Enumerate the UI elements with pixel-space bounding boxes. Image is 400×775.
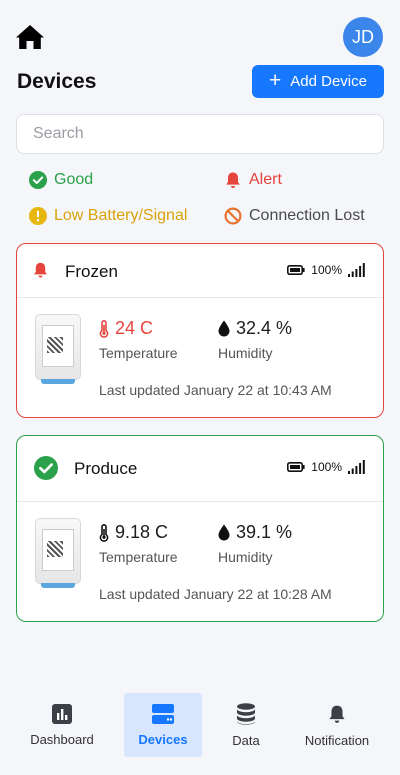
page-title: Devices bbox=[17, 70, 97, 93]
search-input[interactable] bbox=[16, 114, 384, 154]
legend-good-label: Good bbox=[54, 171, 94, 188]
humidity-value: 39.1 % bbox=[236, 522, 293, 542]
humidity-label: Humidity bbox=[218, 345, 273, 361]
nav-item-label: Notification bbox=[304, 732, 370, 748]
humidity-metric: 32.4 % Humidity bbox=[218, 318, 292, 361]
bar-chart-icon bbox=[52, 703, 72, 724]
temperature-metric: 9.18 C Temperature bbox=[99, 522, 178, 565]
nav-item-notification[interactable]: Notification bbox=[299, 693, 375, 757]
legend-low-battery-label: Low Battery/Signal bbox=[54, 207, 188, 224]
last-updated: Last updated January 22 at 10:28 AM bbox=[99, 586, 332, 602]
ban-icon bbox=[224, 207, 242, 225]
bell-icon bbox=[329, 705, 345, 723]
warning-icon bbox=[29, 207, 47, 225]
thermometer-icon bbox=[99, 319, 109, 338]
legend-alert-label: Alert bbox=[249, 171, 282, 188]
battery-status: 100% bbox=[287, 460, 365, 474]
avatar[interactable]: JD bbox=[343, 17, 383, 57]
battery-level: 100% bbox=[311, 263, 342, 277]
bottom-nav: Dashboard Devices Data Notification bbox=[0, 690, 400, 760]
nav-item-dashboard[interactable]: Dashboard bbox=[22, 693, 102, 757]
device-card-header: Frozen 100% bbox=[17, 244, 383, 298]
last-updated: Last updated January 22 at 10:43 AM bbox=[99, 382, 332, 398]
nav-item-label: Data bbox=[232, 732, 260, 748]
temperature-label: Temperature bbox=[99, 549, 178, 565]
device-card-header: Produce 100% bbox=[17, 436, 383, 502]
nav-item-label: Dashboard bbox=[30, 731, 94, 747]
humidity-value: 32.4 % bbox=[236, 318, 293, 338]
add-device-button[interactable]: + Add Device bbox=[252, 65, 384, 98]
thermometer-icon bbox=[99, 523, 109, 542]
signal-icon bbox=[348, 263, 365, 277]
device-name: Produce bbox=[74, 459, 138, 478]
legend-connection-lost[interactable]: Connection Lost bbox=[224, 207, 365, 225]
battery-level: 100% bbox=[311, 460, 342, 474]
devices-icon bbox=[152, 703, 174, 724]
database-icon bbox=[237, 702, 255, 725]
temperature-value: 24 C bbox=[115, 318, 154, 338]
check-circle-icon bbox=[34, 456, 58, 480]
device-card-produce[interactable]: Produce 100% 9.18 C Temperature 39.1 % H… bbox=[16, 435, 384, 622]
bell-icon bbox=[226, 172, 240, 188]
device-name: Frozen bbox=[65, 262, 118, 281]
nav-item-data[interactable]: Data bbox=[220, 693, 272, 757]
water-drop-icon bbox=[218, 524, 230, 541]
temperature-metric: 24 C Temperature bbox=[99, 318, 178, 361]
nav-item-devices[interactable]: Devices bbox=[124, 693, 202, 757]
plus-icon: + bbox=[269, 68, 282, 92]
battery-icon bbox=[287, 265, 305, 275]
device-card-frozen[interactable]: Frozen 100% 24 C Temperature 32.4 % Humi… bbox=[16, 243, 384, 418]
legend-connection-lost-label: Connection Lost bbox=[249, 207, 365, 224]
device-image bbox=[35, 314, 81, 384]
alert-bell-icon bbox=[34, 262, 47, 278]
nav-item-label: Devices bbox=[138, 731, 188, 747]
legend-alert[interactable]: Alert bbox=[224, 171, 282, 189]
humidity-label: Humidity bbox=[218, 549, 273, 565]
device-image bbox=[35, 518, 81, 588]
top-bar: JD bbox=[0, 0, 400, 60]
home-icon[interactable] bbox=[15, 24, 45, 50]
legend-good[interactable]: Good bbox=[29, 171, 93, 189]
humidity-metric: 39.1 % Humidity bbox=[218, 522, 292, 565]
legend-low-battery[interactable]: Low Battery/Signal bbox=[29, 207, 187, 225]
temperature-value: 9.18 C bbox=[115, 522, 169, 542]
check-circle-icon bbox=[29, 171, 47, 189]
battery-icon bbox=[287, 462, 305, 472]
battery-status: 100% bbox=[287, 263, 365, 277]
add-device-label: Add Device bbox=[290, 73, 367, 90]
water-drop-icon bbox=[218, 320, 230, 337]
signal-icon bbox=[348, 460, 365, 474]
temperature-label: Temperature bbox=[99, 345, 178, 361]
